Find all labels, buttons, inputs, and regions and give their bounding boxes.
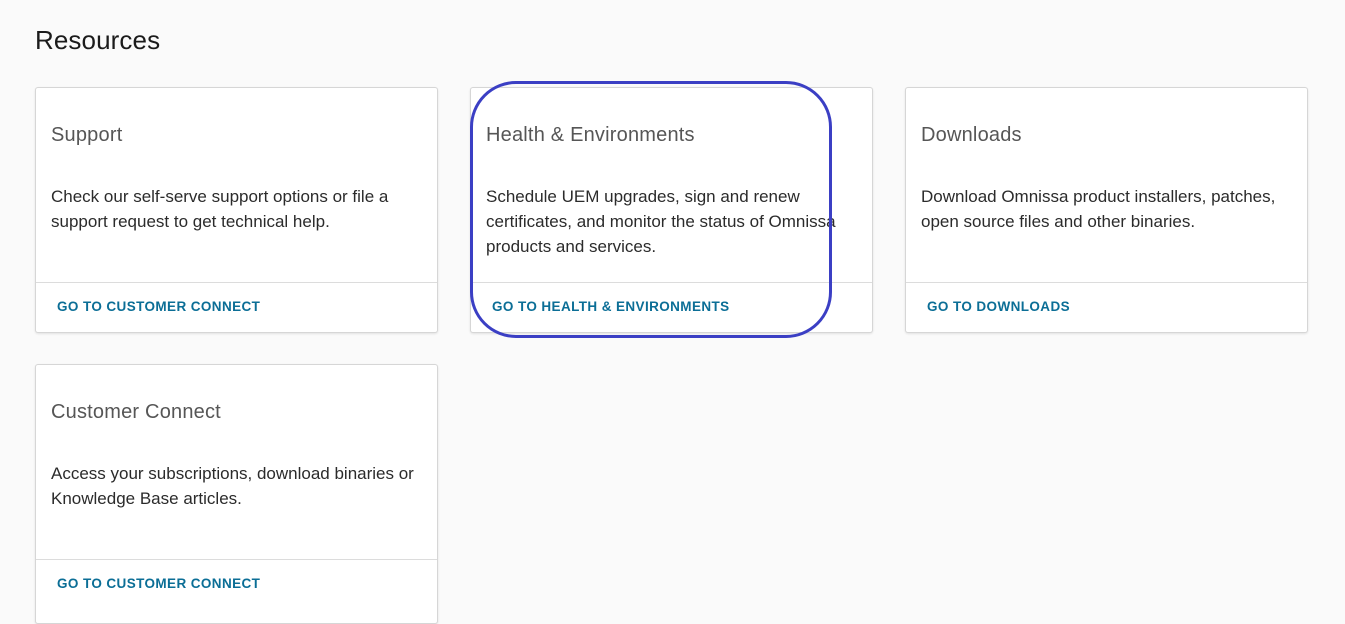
- card-title: Customer Connect: [51, 401, 221, 423]
- go-to-downloads-link[interactable]: GO TO DOWNLOADS: [927, 299, 1070, 314]
- card-title: Health & Environments: [486, 124, 695, 146]
- support-card: Support Check our self-serve support opt…: [35, 87, 438, 333]
- go-to-customer-connect-link[interactable]: GO TO CUSTOMER CONNECT: [57, 576, 260, 591]
- card-footer: GO TO DOWNLOADS: [906, 282, 1307, 332]
- card-body: Support Check our self-serve support opt…: [36, 88, 437, 282]
- customer-connect-card: Customer Connect Access your subscriptio…: [35, 364, 438, 624]
- go-to-customer-connect-link[interactable]: GO TO CUSTOMER CONNECT: [57, 299, 260, 314]
- card-footer: GO TO CUSTOMER CONNECT: [36, 559, 437, 612]
- card-body: Customer Connect Access your subscriptio…: [36, 365, 437, 559]
- card-description: Schedule UEM upgrades, sign and renew ce…: [486, 187, 836, 256]
- health-environments-card: Health & Environments Schedule UEM upgra…: [470, 87, 873, 333]
- card-description: Access your subscriptions, download bina…: [51, 464, 414, 508]
- card-description: Check our self-serve support options or …: [51, 187, 389, 231]
- downloads-card: Downloads Download Omnissa product insta…: [905, 87, 1308, 333]
- go-to-health-environments-link[interactable]: GO TO HEALTH & ENVIRONMENTS: [492, 299, 730, 314]
- card-description: Download Omnissa product installers, pat…: [921, 187, 1276, 231]
- card-title: Downloads: [921, 124, 1022, 146]
- card-body: Downloads Download Omnissa product insta…: [906, 88, 1307, 282]
- card-title: Support: [51, 124, 123, 146]
- card-body: Health & Environments Schedule UEM upgra…: [471, 88, 872, 282]
- card-footer: GO TO HEALTH & ENVIRONMENTS: [471, 282, 872, 332]
- card-footer: GO TO CUSTOMER CONNECT: [36, 282, 437, 332]
- page-title: Resources: [35, 25, 161, 55]
